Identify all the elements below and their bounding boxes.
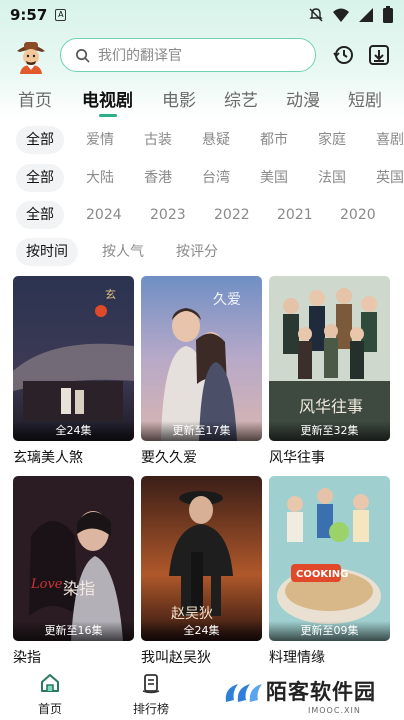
nav-home-label: 首页 bbox=[37, 702, 62, 716]
filter-region-item[interactable]: 英国 bbox=[376, 164, 404, 192]
home-icon bbox=[41, 674, 59, 692]
region-filter-row: 全部 大陆 香港 台湾 美国 法国 英国 bbox=[0, 162, 404, 194]
watermark-domain: IMOOC.XIN bbox=[308, 706, 361, 715]
avatar-icon bbox=[17, 42, 45, 74]
show-card[interactable]: 玄 全24集 玄璃美人煞 bbox=[13, 276, 134, 467]
episode-badge: 更新至32集 bbox=[269, 421, 390, 441]
status-time: 9:57 bbox=[10, 6, 48, 24]
category-tabs: 首页 电视剧 电影 综艺 动漫 短剧 bbox=[0, 82, 404, 117]
nav-home[interactable]: 首页 bbox=[20, 672, 80, 717]
filter-genre-item[interactable]: 喜剧 bbox=[376, 126, 404, 154]
show-poster: 久爱 更新至17集 bbox=[141, 276, 262, 441]
svg-text:COOKING: COOKING bbox=[296, 569, 348, 580]
filter-region-item[interactable]: 香港 bbox=[144, 164, 172, 192]
episode-badge: 全24集 bbox=[141, 621, 262, 641]
show-title: 料理情缘 bbox=[269, 650, 325, 666]
svg-text:赵吴狄: 赵吴狄 bbox=[171, 606, 213, 622]
show-card[interactable]: 久爱 更新至17集 要久久爱 bbox=[141, 276, 262, 467]
episode-badge: 更新至17集 bbox=[141, 421, 262, 441]
filter-year-item[interactable]: 2021 bbox=[277, 201, 313, 229]
episode-badge: 更新至09集 bbox=[269, 621, 390, 641]
wifi-icon bbox=[333, 8, 349, 22]
year-filter-row: 全部 2024 2023 2022 2021 2020 bbox=[0, 199, 404, 231]
search-input[interactable]: 我们的翻译官 bbox=[60, 38, 316, 72]
ranking-icon bbox=[142, 674, 160, 694]
filter-year-item[interactable]: 2024 bbox=[86, 201, 122, 229]
show-poster: 风华往事 更新至32集 bbox=[269, 276, 390, 441]
filter-genre-item[interactable]: 家庭 bbox=[318, 126, 346, 154]
search-icon bbox=[76, 48, 90, 63]
nav-ranking-label: 排行榜 bbox=[132, 702, 169, 716]
filter-year-all[interactable]: 全部 bbox=[16, 201, 64, 229]
tab-short-drama[interactable]: 短剧 bbox=[348, 86, 382, 111]
download-icon[interactable] bbox=[368, 44, 390, 66]
tab-movies[interactable]: 电影 bbox=[162, 86, 196, 111]
filter-region-item[interactable]: 台湾 bbox=[202, 164, 230, 192]
show-poster: 染指 Love 更新至16集 bbox=[13, 476, 134, 641]
show-title: 风华往事 bbox=[269, 450, 325, 466]
filter-genre-item[interactable]: 爱情 bbox=[86, 126, 114, 154]
episode-badge: 更新至16集 bbox=[13, 621, 134, 641]
filter-genre-all[interactable]: 全部 bbox=[16, 126, 64, 154]
watermark-icon bbox=[225, 684, 262, 702]
poster-image: COOKING bbox=[269, 476, 390, 641]
svg-text:风华往事: 风华往事 bbox=[299, 397, 363, 416]
status-bar: 9:57 A bbox=[0, 0, 404, 30]
poster-image: 玄 bbox=[13, 276, 134, 441]
tab-anime[interactable]: 动漫 bbox=[286, 86, 320, 111]
filter-region-item[interactable]: 大陆 bbox=[86, 164, 114, 192]
svg-text:Love: Love bbox=[30, 577, 63, 592]
signal-icon bbox=[359, 8, 373, 22]
sort-by-popularity[interactable]: 按人气 bbox=[102, 238, 144, 266]
show-title: 玄璃美人煞 bbox=[13, 450, 83, 466]
filter-region-item[interactable]: 法国 bbox=[318, 164, 346, 192]
svg-text:久爱: 久爱 bbox=[213, 292, 241, 308]
watermark-name: 陌客软件园 bbox=[266, 679, 376, 704]
show-title: 染指 bbox=[13, 650, 41, 666]
history-icon[interactable] bbox=[332, 44, 354, 66]
sort-by-rating[interactable]: 按评分 bbox=[176, 238, 218, 266]
filter-year-item[interactable]: 2020 bbox=[340, 201, 376, 229]
show-poster: 赵吴狄 全24集 bbox=[141, 476, 262, 641]
svg-text:玄: 玄 bbox=[105, 287, 116, 301]
avatar[interactable] bbox=[14, 38, 48, 74]
notification-icon: A bbox=[55, 9, 67, 21]
watermark-logo: 陌客软件园 IMOOC.XIN bbox=[220, 674, 404, 720]
filter-year-item[interactable]: 2022 bbox=[214, 201, 250, 229]
show-title: 我叫赵吴狄 bbox=[141, 650, 211, 666]
show-card[interactable]: COOKING 更新至09集 料理情缘 bbox=[269, 476, 390, 667]
filter-year-item[interactable]: 2023 bbox=[150, 201, 186, 229]
svg-text:染指: 染指 bbox=[63, 579, 95, 598]
sort-by-time[interactable]: 按时间 bbox=[16, 238, 78, 266]
filter-genre-item[interactable]: 悬疑 bbox=[202, 126, 230, 154]
show-poster: COOKING 更新至09集 bbox=[269, 476, 390, 641]
show-poster: 玄 全24集 bbox=[13, 276, 134, 441]
filter-region-item[interactable]: 美国 bbox=[260, 164, 288, 192]
poster-image: 风华往事 bbox=[269, 276, 390, 441]
filter-genre-item[interactable]: 都市 bbox=[260, 126, 288, 154]
genre-filter-row: 全部 爱情 古装 悬疑 都市 家庭 喜剧 bbox=[0, 124, 404, 156]
poster-image: 染指 Love bbox=[13, 476, 134, 641]
episode-badge: 全24集 bbox=[13, 421, 134, 441]
show-title: 要久久爱 bbox=[141, 450, 197, 466]
tab-variety[interactable]: 综艺 bbox=[224, 86, 258, 111]
poster-image: 久爱 bbox=[141, 276, 262, 441]
app-header: 我们的翻译官 bbox=[0, 34, 404, 78]
status-icons bbox=[308, 6, 394, 24]
show-card[interactable]: 染指 Love 更新至16集 染指 bbox=[13, 476, 134, 667]
sort-filter-row: 按时间 按人气 按评分 bbox=[0, 236, 404, 268]
battery-icon bbox=[383, 6, 393, 23]
mute-icon bbox=[309, 8, 323, 22]
filter-region-all[interactable]: 全部 bbox=[16, 164, 64, 192]
nav-ranking[interactable]: 排行榜 bbox=[121, 672, 181, 717]
show-card[interactable]: 赵吴狄 全24集 我叫赵吴狄 bbox=[141, 476, 262, 667]
search-placeholder: 我们的翻译官 bbox=[98, 48, 182, 64]
filter-genre-item[interactable]: 古装 bbox=[144, 126, 172, 154]
tab-home[interactable]: 首页 bbox=[18, 86, 52, 111]
tab-tv-series[interactable]: 电视剧 bbox=[82, 86, 133, 117]
poster-image: 赵吴狄 bbox=[141, 476, 262, 641]
show-card[interactable]: 风华往事 更新至32集 风华往事 bbox=[269, 276, 390, 467]
